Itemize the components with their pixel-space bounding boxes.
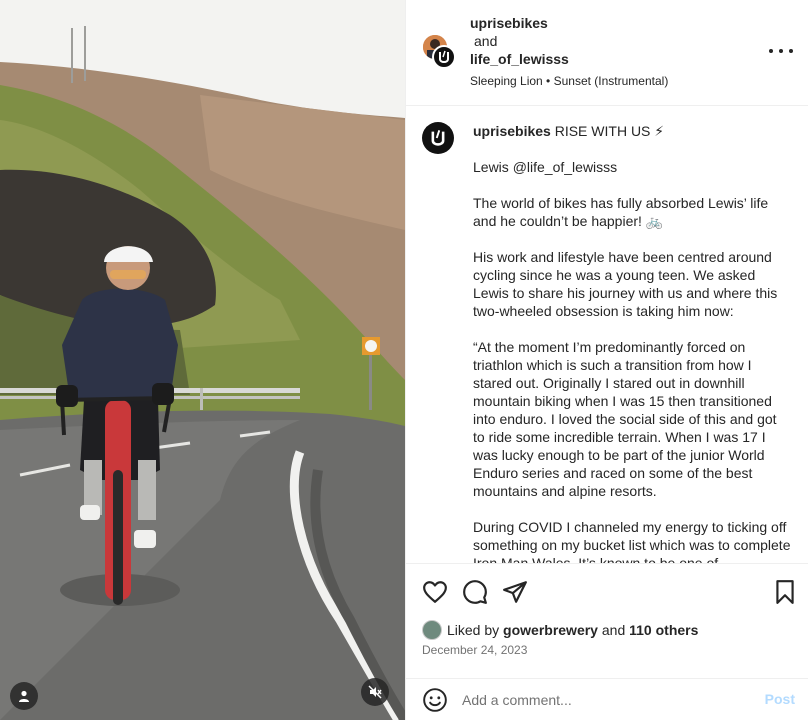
likes-summary: Liked by gowerbrewery and 110 others <box>422 619 698 641</box>
heart-icon[interactable] <box>422 579 448 605</box>
caption-author-username[interactable]: uprisebikes <box>473 123 551 139</box>
post-date[interactable]: December 24, 2023 <box>422 643 527 657</box>
comment-icon[interactable] <box>462 579 488 605</box>
caption-paragraph: His work and lifestyle have been centred… <box>473 249 778 319</box>
speaker-muted-icon <box>368 685 382 699</box>
caption-p1-text: Lewis <box>473 159 513 175</box>
mute-toggle-button[interactable] <box>361 678 389 706</box>
author-username[interactable]: uprisebikes <box>470 14 668 32</box>
video-frame <box>0 0 405 720</box>
caption-mention-link[interactable]: @life_of_lewisss <box>513 159 617 175</box>
collab-avatars[interactable] <box>423 35 457 69</box>
more-horizontal-icon <box>769 49 773 53</box>
caption-author-avatar[interactable] <box>422 122 454 154</box>
caption-headline: RISE WITH US ⚡ <box>554 123 665 139</box>
likes-joiner: and <box>601 622 626 638</box>
emoji-icon[interactable] <box>422 687 448 713</box>
tagged-users-button[interactable] <box>10 682 38 710</box>
post-actions: Liked by gowerbrewery and 110 others Dec… <box>406 563 808 720</box>
liker-username[interactable]: gowerbrewery <box>503 622 598 638</box>
caption-paragraph: “At the moment I’m predominantly forced … <box>473 339 777 499</box>
bookmark-icon[interactable] <box>772 579 798 605</box>
comment-input[interactable] <box>462 687 752 713</box>
more-horizontal-icon <box>779 49 783 53</box>
likes-count-link[interactable]: 110 others <box>629 622 698 638</box>
audio-track-link[interactable]: Sleeping Lion • Sunset (Instrumental) <box>470 72 668 90</box>
share-icon[interactable] <box>502 579 528 605</box>
user-icon <box>19 690 29 702</box>
caption-paragraph: During COVID I channeled my energy to ti… <box>473 519 791 563</box>
post-comment-button[interactable]: Post <box>765 691 795 707</box>
collab-joiner: and <box>474 33 498 49</box>
post-details-panel: uprisebikes and life_of_lewisss Sleeping… <box>405 0 808 720</box>
post-video[interactable] <box>0 0 405 720</box>
post-caption: uprisebikes RISE WITH US ⚡ Lewis @life_o… <box>406 107 808 563</box>
liker-avatar[interactable] <box>422 620 442 640</box>
caption-paragraph: The world of bikes has fully absorbed Le… <box>473 195 769 229</box>
collaborator-username[interactable]: life_of_lewisss <box>470 50 668 68</box>
post-header: uprisebikes and life_of_lewisss Sleeping… <box>406 0 808 106</box>
uprise-logo-icon <box>431 129 445 146</box>
comment-bar: Post <box>406 678 808 720</box>
more-horizontal-icon <box>789 49 793 53</box>
author-avatar[interactable] <box>432 45 456 69</box>
likes-prefix: Liked by <box>447 622 500 638</box>
uprise-logo-icon <box>439 50 449 64</box>
more-options-button[interactable] <box>769 42 793 60</box>
